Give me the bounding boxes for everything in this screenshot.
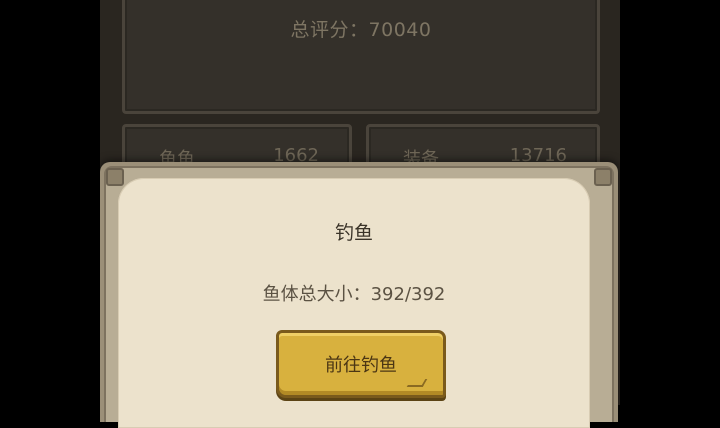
frame-corner-ornament bbox=[594, 168, 612, 186]
total-score-text: 总评分：70040 bbox=[290, 19, 432, 41]
frame-corner-ornament bbox=[106, 168, 124, 186]
dialog-title: 钓鱼 bbox=[334, 222, 373, 244]
fish-size-info: 鱼体总大小：392/392 bbox=[262, 284, 446, 305]
fishing-dialog: 钓鱼 鱼体总大小：392/392 前往钓鱼 bbox=[100, 162, 618, 428]
go-fishing-button[interactable]: 前往钓鱼 bbox=[276, 330, 446, 398]
dialog-content: 钓鱼 鱼体总大小：392/392 前往钓鱼 bbox=[118, 178, 590, 428]
go-fishing-button-label: 前往钓鱼 bbox=[325, 355, 397, 376]
wood-notch-decoration bbox=[406, 379, 428, 387]
total-score-card: 总评分：70040 bbox=[122, 0, 600, 114]
